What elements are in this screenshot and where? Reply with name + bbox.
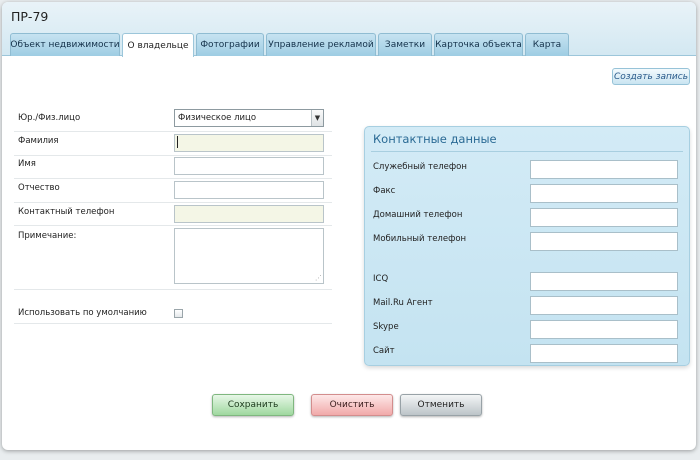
home-phone-field[interactable] (530, 208, 678, 227)
tab-owner[interactable]: О владельце (122, 33, 194, 57)
tab-photos[interactable]: Фотографии (196, 33, 264, 56)
legal-type-label: Юр./Физ.лицо (18, 113, 81, 123)
default-checkbox[interactable] (174, 309, 183, 318)
tab-object-card[interactable]: Карточка объекта (434, 33, 523, 56)
mailru-field[interactable] (530, 296, 678, 315)
tab-notes[interactable]: Заметки (378, 33, 432, 56)
legal-type-select[interactable]: Физическое лицо ▼ (174, 109, 324, 127)
tab-property[interactable]: Объект недвижимости (10, 33, 120, 56)
name-field[interactable] (174, 157, 324, 175)
patronymic-label: Отчество (18, 183, 60, 193)
mobile-phone-label: Мобильный телефон (373, 234, 467, 244)
mobile-phone-field[interactable] (530, 232, 678, 251)
contacts-panel: Контактные данные Служебный телефон Факс… (364, 126, 690, 366)
home-phone-label: Домашний телефон (373, 210, 463, 220)
tab-map[interactable]: Карта (525, 33, 569, 56)
cancel-button[interactable]: Отменить (400, 394, 482, 416)
resize-handle-icon[interactable]: ⋰ (315, 275, 322, 282)
name-label: Имя (18, 159, 36, 169)
patronymic-field[interactable] (174, 181, 324, 199)
site-label: Сайт (373, 346, 395, 356)
divider (14, 131, 332, 132)
surname-field[interactable] (174, 134, 324, 152)
note-textarea[interactable]: ⋰ (174, 228, 324, 284)
surname-label: Фамилия (18, 136, 59, 146)
contact-phone-field[interactable] (174, 205, 324, 223)
icq-label: ICQ (373, 274, 389, 284)
site-field[interactable] (530, 344, 678, 363)
divider (14, 225, 332, 226)
text-caret (177, 136, 178, 148)
fax-label: Факс (373, 186, 396, 196)
divider (14, 155, 332, 156)
window: ПР-79 Объект недвижимости О владельце Фо… (2, 2, 696, 450)
window-title: ПР-79 (11, 9, 49, 24)
default-label: Использовать по умолчанию (18, 308, 147, 318)
mailru-label: Mail.Ru Агент (373, 298, 433, 308)
create-record-button[interactable]: Создать запись (612, 68, 690, 85)
divider (14, 289, 332, 290)
contact-phone-label: Контактный телефон (18, 207, 115, 217)
divider (14, 178, 332, 179)
legal-type-value: Физическое лицо (178, 113, 257, 123)
contacts-title: Контактные данные (373, 132, 497, 146)
divider (14, 202, 332, 203)
window-header: ПР-79 Объект недвижимости О владельце Фо… (2, 2, 696, 57)
clear-button[interactable]: Очистить (311, 394, 393, 416)
divider (14, 323, 332, 324)
chevron-down-icon[interactable]: ▼ (311, 110, 323, 126)
skype-field[interactable] (530, 320, 678, 339)
save-button[interactable]: Сохранить (212, 394, 294, 416)
note-label: Примечание: (18, 231, 77, 241)
icq-field[interactable] (530, 272, 678, 291)
tab-ads[interactable]: Управление рекламой (266, 33, 376, 56)
divider (371, 151, 683, 152)
work-phone-label: Служебный телефон (373, 162, 467, 172)
skype-label: Skype (373, 322, 399, 332)
fax-field[interactable] (530, 184, 678, 203)
work-phone-field[interactable] (530, 160, 678, 179)
